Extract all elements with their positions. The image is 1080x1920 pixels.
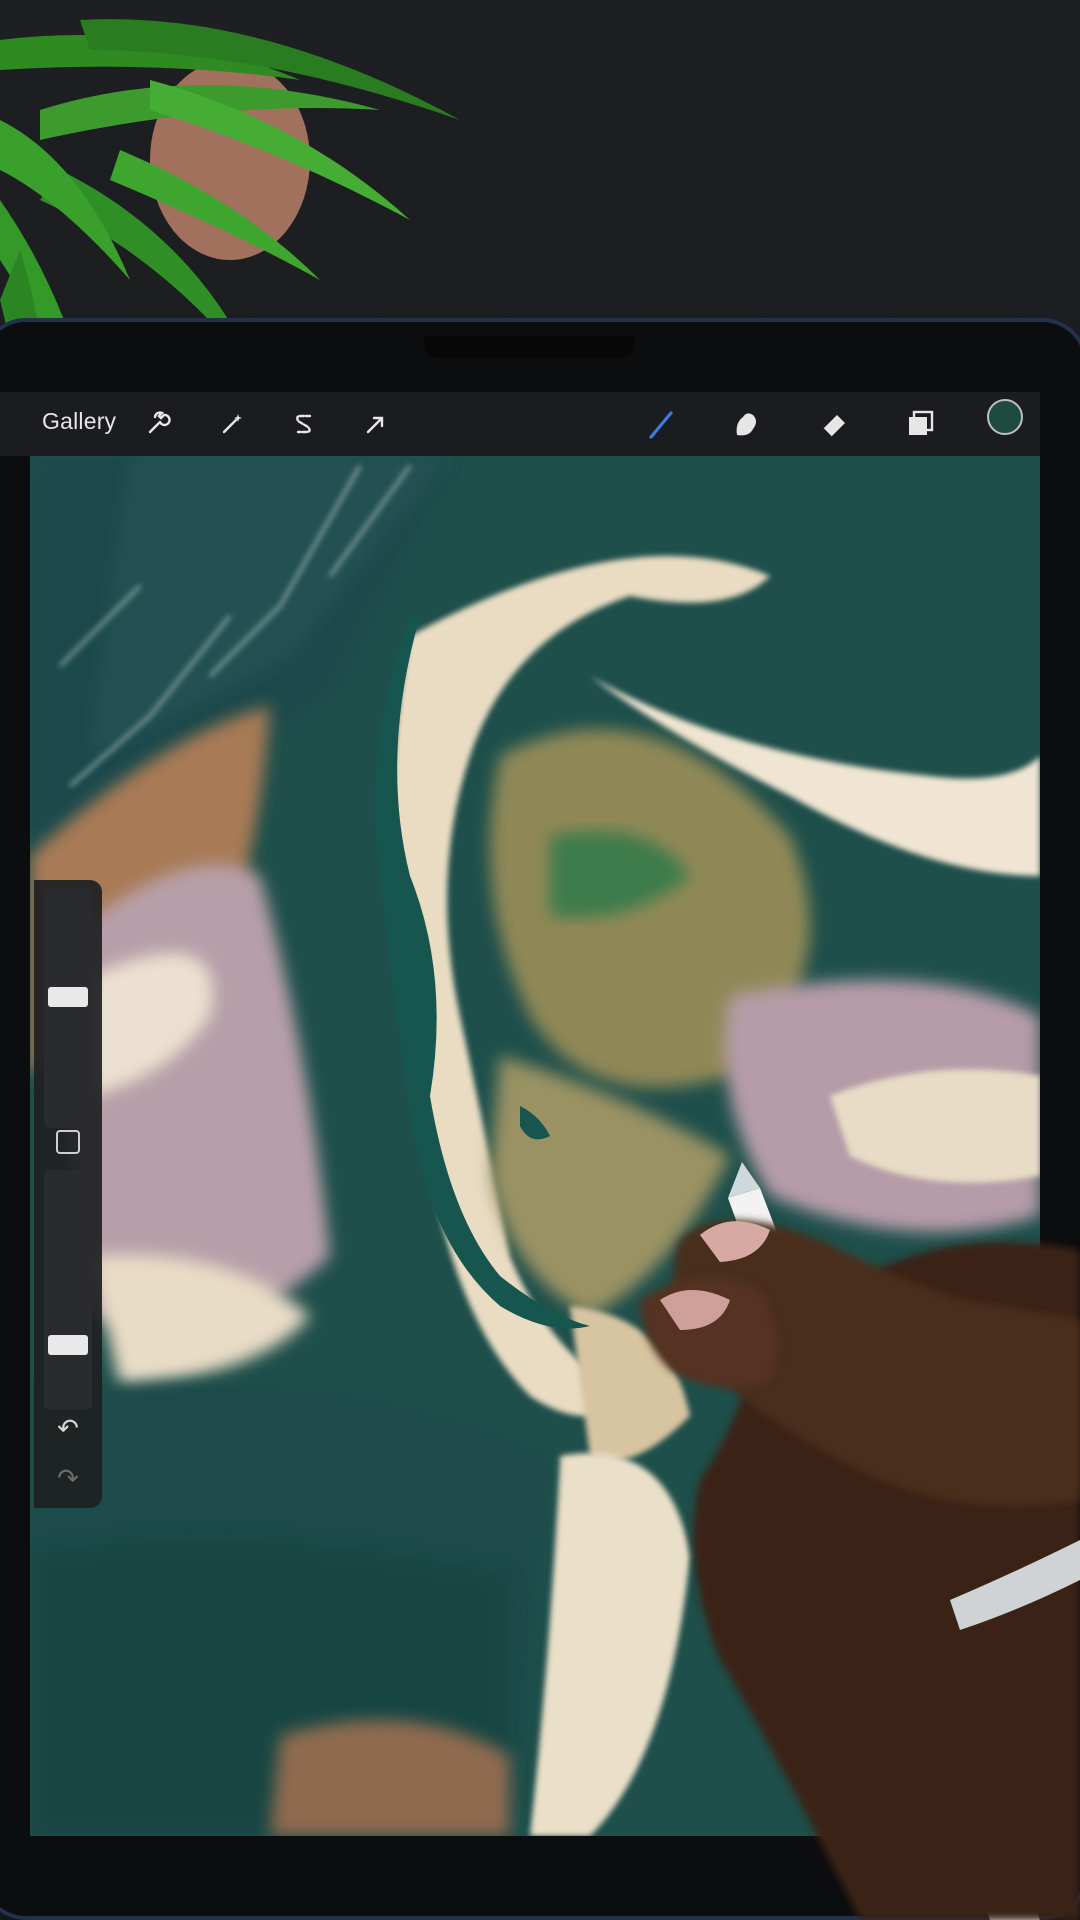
artwork [30, 456, 1040, 1836]
wrench-icon[interactable] [136, 402, 180, 446]
layers-icon[interactable] [898, 402, 942, 446]
color-picker-swatch[interactable] [987, 399, 1023, 435]
magic-wand-icon[interactable] [210, 402, 254, 446]
opacity-knob[interactable] [48, 1335, 88, 1355]
gallery-button[interactable]: Gallery [42, 408, 116, 435]
brush-size-knob[interactable] [48, 987, 88, 1007]
camera-notch [424, 336, 634, 358]
smudge-finger-icon[interactable] [724, 402, 768, 446]
undo-arrow-icon[interactable]: ↶ [50, 1410, 86, 1446]
arrow-cursor-icon[interactable] [354, 402, 398, 446]
left-sidebar: ↶ ↷ [34, 880, 102, 1508]
selection-s-icon[interactable] [282, 402, 326, 446]
drawing-canvas[interactable] [30, 456, 1040, 1836]
square-icon[interactable] [56, 1130, 80, 1154]
opacity-slider[interactable] [44, 1170, 92, 1410]
procreate-toolbar: Gallery [0, 392, 1040, 456]
brush-size-slider[interactable] [44, 888, 92, 1128]
redo-arrow-icon[interactable]: ↷ [50, 1460, 86, 1496]
brush-icon[interactable] [640, 402, 684, 446]
eraser-icon[interactable] [812, 402, 856, 446]
photo-scene: Gallery ↶ ↷ [0, 0, 1080, 1920]
